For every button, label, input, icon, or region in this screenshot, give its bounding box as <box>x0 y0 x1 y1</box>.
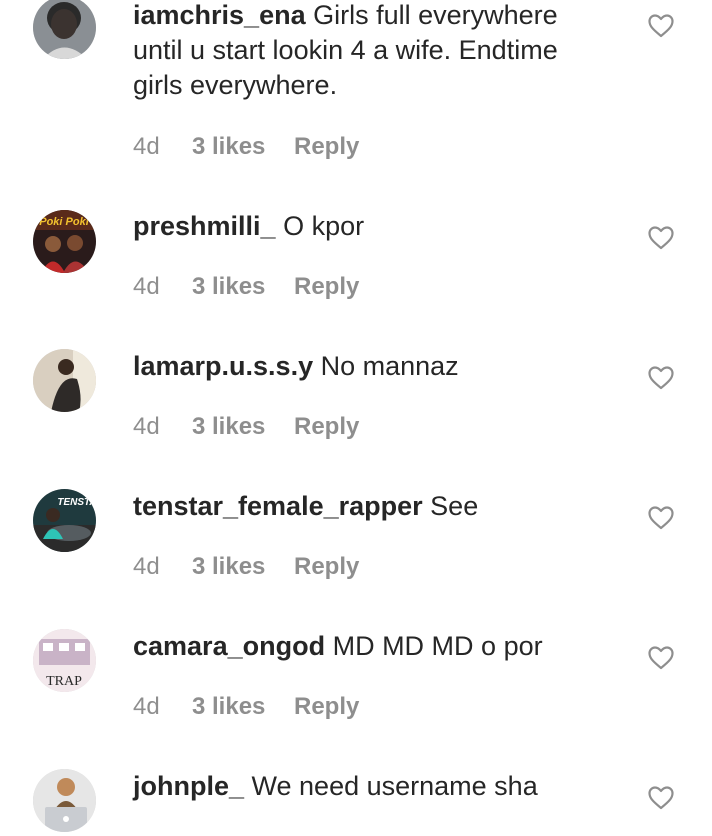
avatar-image <box>33 769 96 832</box>
comment-time: 4d <box>133 693 160 720</box>
comment-text: iamchris_ena Girls full everywhere until… <box>133 0 603 103</box>
comment-time: 4d <box>133 133 160 160</box>
comment-body: See <box>430 491 479 521</box>
reply-button[interactable]: Reply <box>294 273 359 300</box>
comment-username[interactable]: camara_ongod <box>133 631 325 661</box>
comment-username[interactable]: iamchris_ena <box>133 0 306 30</box>
avatar-image: TENSTA <box>33 489 96 552</box>
avatar-image <box>33 0 96 59</box>
comment-text: camara_ongod MD MD MD o por <box>133 629 603 664</box>
comment-body: We need username sha <box>251 771 538 801</box>
comment-text: johnple_ We need username sha <box>133 769 603 804</box>
comment-username[interactable]: johnple_ <box>133 771 244 801</box>
avatar[interactable] <box>33 769 96 832</box>
like-button[interactable] <box>648 786 674 810</box>
avatar[interactable]: Poki Poki <box>33 210 96 273</box>
comment-body: O kpor <box>283 211 365 241</box>
like-button[interactable] <box>648 646 674 670</box>
like-button[interactable] <box>648 226 674 250</box>
heart-outline-icon <box>648 786 674 810</box>
like-button[interactable] <box>648 14 674 38</box>
comment-time: 4d <box>133 413 160 440</box>
heart-outline-icon <box>648 506 674 530</box>
comment-text: tenstar_female_rapper See <box>133 489 603 524</box>
heart-outline-icon <box>648 366 674 390</box>
avatar-image: TRAP <box>33 629 96 692</box>
avatar[interactable] <box>33 349 96 412</box>
comment-text: preshmilli_ O kpor <box>133 209 603 244</box>
reply-button[interactable]: Reply <box>294 693 359 720</box>
comment-username[interactable]: lamarp.u.s.s.y <box>133 351 313 381</box>
comment-body: MD MD MD o por <box>332 631 543 661</box>
comment-meta: 4d 3 likes Reply <box>133 553 359 581</box>
avatar-caption: Poki Poki <box>39 216 89 228</box>
comment-time: 4d <box>133 273 160 300</box>
reply-button[interactable]: Reply <box>294 133 359 160</box>
comment-body: No mannaz <box>320 351 459 381</box>
comment-list: iamchris_ena Girls full everywhere until… <box>0 0 712 836</box>
avatar[interactable] <box>33 0 96 59</box>
comment-likes[interactable]: 3 likes <box>192 553 294 581</box>
avatar-image: Poki Poki <box>33 210 96 273</box>
avatar-caption: TRAP <box>46 674 82 689</box>
comment-username[interactable]: preshmilli_ <box>133 211 276 241</box>
comment-username[interactable]: tenstar_female_rapper <box>133 491 423 521</box>
heart-outline-icon <box>648 14 674 38</box>
like-button[interactable] <box>648 366 674 390</box>
heart-outline-icon <box>648 226 674 250</box>
avatar-caption: TENSTA <box>57 497 96 508</box>
heart-outline-icon <box>648 646 674 670</box>
like-button[interactable] <box>648 506 674 530</box>
comment-meta: 4d 3 likes Reply <box>133 413 359 441</box>
reply-button[interactable]: Reply <box>294 553 359 580</box>
avatar[interactable]: TENSTA <box>33 489 96 552</box>
comment-meta: 4d 3 likes Reply <box>133 133 359 161</box>
comment-likes[interactable]: 3 likes <box>192 133 294 161</box>
comment-meta: 4d 3 likes Reply <box>133 273 359 301</box>
avatar-image <box>33 349 96 412</box>
comment-likes[interactable]: 3 likes <box>192 693 294 721</box>
comment-time: 4d <box>133 553 160 580</box>
avatar[interactable]: TRAP <box>33 629 96 692</box>
comment-text: lamarp.u.s.s.y No mannaz <box>133 349 603 384</box>
comment-meta: 4d 3 likes Reply <box>133 693 359 721</box>
comment-likes[interactable]: 3 likes <box>192 413 294 441</box>
comment-likes[interactable]: 3 likes <box>192 273 294 301</box>
reply-button[interactable]: Reply <box>294 413 359 440</box>
